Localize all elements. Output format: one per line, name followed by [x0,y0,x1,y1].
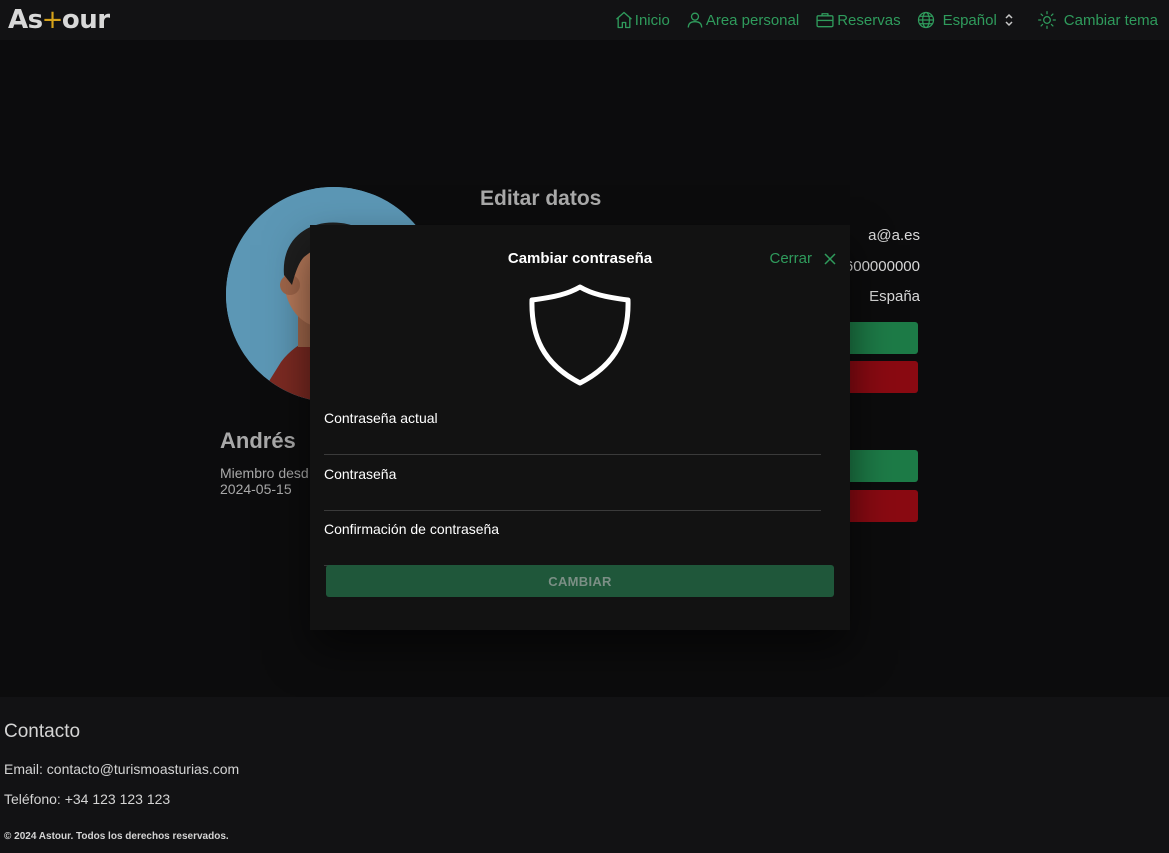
confirm-password-input[interactable] [324,539,821,561]
change-password-modal: Cambiar contraseña Cerrar Contraseña act… [310,225,850,630]
nav-personal-area[interactable]: Area personal [685,10,799,30]
globe-icon [917,11,934,29]
nav-personal-label: Area personal [705,11,800,29]
member-since: Miembro desd 2024-05-15 [220,465,309,497]
nav-bookings-label: Reservas [837,11,901,29]
current-password-input[interactable] [324,428,821,450]
top-navbar: As + our Inicio Area personal Reservas Esp… [0,0,1169,40]
new-password-label: Contraseña [324,466,397,482]
nav-home-label: Inicio [634,11,670,29]
theme-label: Cambiar tema [1063,11,1158,29]
nav-home[interactable]: Inicio [614,10,670,30]
main-nav: Inicio Area personal Reservas Español Ca… [599,10,1158,30]
edit-data-title: Editar datos [480,187,602,210]
profile-email: a@a.es [868,227,920,244]
theme-toggle[interactable]: Cambiar tema [1037,10,1158,30]
language-label: Español [942,11,997,29]
logo-text-right: our [61,5,110,35]
shield-icon [529,284,631,386]
astour-logo[interactable]: As + our [8,5,110,35]
logo-cross: + [41,5,64,35]
nav-bookings[interactable]: Reservas [814,10,901,30]
modal-close-button[interactable]: Cerrar [769,250,836,267]
confirm-password-label: Confirmación de contraseña [324,521,500,537]
new-password-input[interactable] [324,484,821,506]
footer: Contacto Email: contacto@turismoasturias… [0,697,1169,853]
footer-phone: Teléfono: +34 123 123 123 [4,791,171,807]
submit-change-button[interactable]: CAMBIAR [326,565,834,597]
profile-name: Andrés [220,428,296,453]
current-password-field[interactable]: Contraseña actual [324,410,821,455]
profile-country: España [869,288,920,305]
briefcase-icon [816,13,834,28]
close-label: Cerrar [769,250,812,267]
chevron-updown-icon [1005,13,1013,27]
profile-phone: 600000000 [844,258,920,275]
confirm-password-field[interactable]: Confirmación de contraseña [324,521,821,566]
sun-icon [1037,11,1056,29]
close-icon [824,252,836,265]
footer-contact-title: Contacto [4,721,81,742]
user-icon [687,12,703,28]
language-select[interactable]: Español [916,10,1022,30]
logo-text-left: As [8,5,43,35]
current-password-label: Contraseña actual [324,410,438,426]
new-password-field[interactable]: Contraseña [324,466,821,511]
member-since-label: Miembro desd [220,465,309,481]
home-icon [615,11,632,29]
footer-copyright: © 2024 Astour. Todos los derechos reserv… [4,831,229,842]
member-since-date: 2024-05-15 [220,481,292,497]
footer-email: Email: contacto@turismoasturias.com [4,761,240,777]
